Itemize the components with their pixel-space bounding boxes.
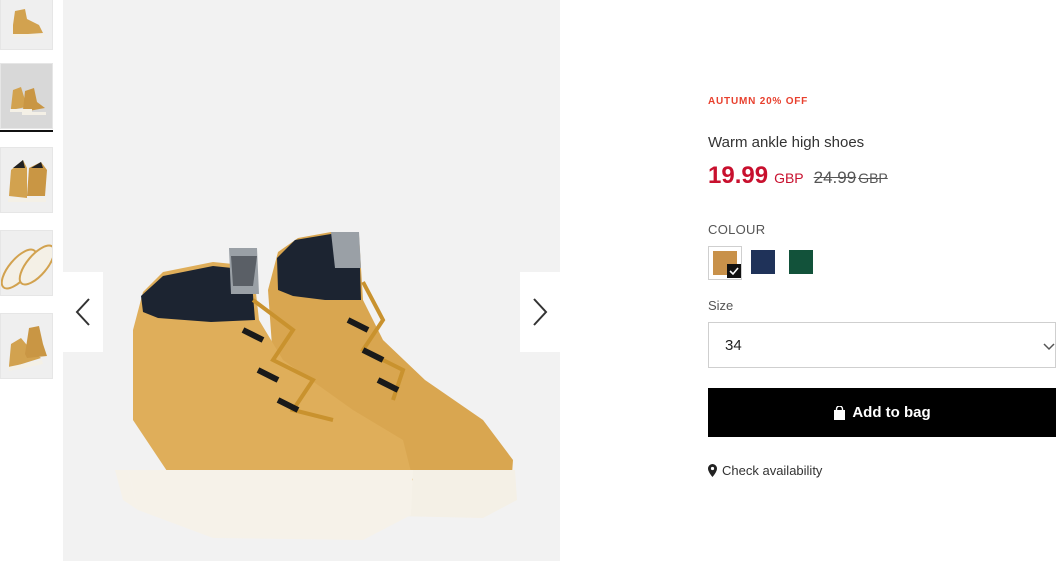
check-availability-link[interactable]: Check availability bbox=[708, 463, 822, 478]
chevron-right-icon bbox=[533, 298, 548, 326]
main-product-image bbox=[63, 0, 560, 561]
next-image-button[interactable] bbox=[520, 272, 560, 352]
current-price-currency: GBP bbox=[774, 170, 804, 186]
check-availability-label: Check availability bbox=[722, 463, 823, 478]
thumbnail-5[interactable] bbox=[0, 313, 53, 379]
location-pin-icon bbox=[708, 464, 717, 477]
size-label: Size bbox=[708, 298, 734, 313]
add-to-bag-button[interactable]: Add to bag bbox=[708, 388, 1056, 437]
colour-label: COLOUR bbox=[708, 222, 766, 237]
chevron-down-icon bbox=[1043, 343, 1055, 351]
thumbnail-3[interactable] bbox=[0, 147, 53, 213]
boots-image bbox=[115, 232, 517, 540]
product-title: Warm ankle high shoes bbox=[708, 134, 865, 151]
thumbnail-active-indicator bbox=[0, 130, 53, 132]
size-select[interactable]: 34 bbox=[708, 322, 1056, 368]
current-price: 19.99 bbox=[708, 162, 769, 189]
previous-image-button[interactable] bbox=[63, 272, 103, 352]
thumbnail-2[interactable] bbox=[0, 63, 53, 129]
chevron-left-icon bbox=[75, 298, 90, 326]
colour-swatch-navy[interactable] bbox=[751, 250, 775, 274]
add-to-bag-label: Add to bag bbox=[852, 404, 931, 421]
old-price-currency: GBP bbox=[858, 170, 888, 186]
thumbnail-1[interactable] bbox=[0, 0, 53, 50]
promo-label: AUTUMN 20% OFF bbox=[708, 96, 809, 107]
selected-check-icon bbox=[727, 264, 741, 278]
thumbnail-4[interactable] bbox=[0, 230, 53, 296]
shopping-bag-icon bbox=[834, 405, 846, 420]
colour-swatch-green[interactable] bbox=[789, 250, 813, 274]
old-price: 24.99 bbox=[813, 168, 857, 187]
size-selected-value: 34 bbox=[725, 337, 742, 354]
price-row: 19.99 GBP 24.99 GBP bbox=[708, 162, 888, 190]
